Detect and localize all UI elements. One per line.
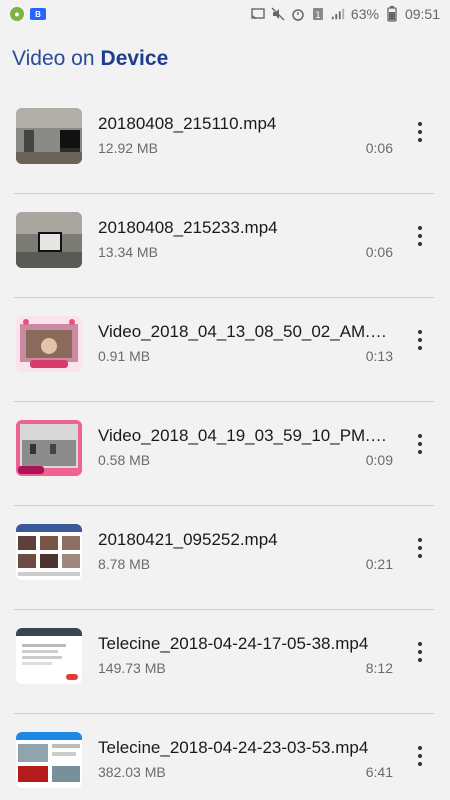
page-title-bold: Device xyxy=(100,47,169,70)
video-thumbnail[interactable] xyxy=(16,732,82,788)
video-thumbnail[interactable] xyxy=(16,212,82,268)
video-size: 8.78 MB xyxy=(98,556,151,572)
video-size: 149.73 MB xyxy=(98,660,166,676)
more-options-icon[interactable] xyxy=(412,328,428,352)
video-size: 0.91 MB xyxy=(98,348,151,364)
signal-icon xyxy=(331,7,345,21)
alarm-icon xyxy=(291,7,305,21)
video-size: 0.58 MB xyxy=(98,452,151,468)
video-name: Video_2018_04_13_08_50_02_AM.mp4 xyxy=(98,322,398,341)
video-duration: 0:13 xyxy=(365,348,393,364)
video-thumbnail[interactable] xyxy=(16,628,82,684)
video-list-item[interactable]: Telecine_2018-04-24-17-05-38.mp4 149.73 … xyxy=(0,610,450,714)
video-list: 20180408_215110.mp4 12.92 MB 0:06 201804… xyxy=(0,90,450,800)
more-options-icon[interactable] xyxy=(412,432,428,456)
bank-app-icon: B xyxy=(30,8,46,20)
video-name: Video_2018_04_19_03_59_10_PM.mp4 xyxy=(98,426,398,445)
video-size: 12.92 MB xyxy=(98,140,158,156)
video-list-item[interactable]: 20180408_215233.mp4 13.34 MB 0:06 xyxy=(0,194,450,298)
green-circle-app-icon: ● xyxy=(10,7,24,21)
status-right: 1 63% 09:51 xyxy=(251,6,440,22)
video-duration: 0:06 xyxy=(365,140,393,156)
status-time: 09:51 xyxy=(404,6,440,22)
more-options-icon[interactable] xyxy=(412,120,428,144)
video-list-item[interactable]: Video_2018_04_19_03_59_10_PM.mp4 0.58 MB… xyxy=(0,402,450,506)
battery-charging-icon xyxy=(385,6,399,22)
video-thumbnail[interactable] xyxy=(16,316,82,372)
sim-1-icon: 1 xyxy=(311,7,325,21)
more-options-icon[interactable] xyxy=(412,224,428,248)
mute-icon xyxy=(271,7,285,21)
video-size: 382.03 MB xyxy=(98,764,166,780)
video-name: 20180421_095252.mp4 xyxy=(98,530,278,549)
video-list-item[interactable]: 20180421_095252.mp4 8.78 MB 0:21 xyxy=(0,506,450,610)
more-options-icon[interactable] xyxy=(412,536,428,560)
video-name: Telecine_2018-04-24-17-05-38.mp4 xyxy=(98,634,369,653)
more-options-icon[interactable] xyxy=(412,744,428,768)
svg-text:1: 1 xyxy=(315,11,321,21)
video-duration: 0:06 xyxy=(365,244,393,260)
video-list-item[interactable]: 20180408_215110.mp4 12.92 MB 0:06 xyxy=(0,90,450,194)
video-name: 20180408_215110.mp4 xyxy=(98,114,277,133)
video-name: Telecine_2018-04-24-23-03-53.mp4 xyxy=(98,738,369,757)
app-header: Video on Device xyxy=(0,28,450,90)
status-left: ● B xyxy=(10,7,46,21)
video-thumbnail[interactable] xyxy=(16,420,82,476)
video-duration: 6:41 xyxy=(365,764,393,780)
page-title-prefix: Video on xyxy=(12,47,95,70)
video-duration: 0:09 xyxy=(365,452,393,468)
status-bar: ● B 1 63% 09:51 xyxy=(0,0,450,28)
more-options-icon[interactable] xyxy=(412,640,428,664)
cast-icon xyxy=(251,7,265,21)
video-duration: 8:12 xyxy=(365,660,393,676)
video-thumbnail[interactable] xyxy=(16,108,82,164)
video-name: 20180408_215233.mp4 xyxy=(98,218,278,237)
video-size: 13.34 MB xyxy=(98,244,158,260)
video-duration: 0:21 xyxy=(365,556,393,572)
battery-percent: 63% xyxy=(350,6,379,22)
video-list-item[interactable]: Video_2018_04_13_08_50_02_AM.mp4 0.91 MB… xyxy=(0,298,450,402)
video-thumbnail[interactable] xyxy=(16,524,82,580)
video-list-item[interactable]: Telecine_2018-04-24-23-03-53.mp4 382.03 … xyxy=(0,714,450,800)
